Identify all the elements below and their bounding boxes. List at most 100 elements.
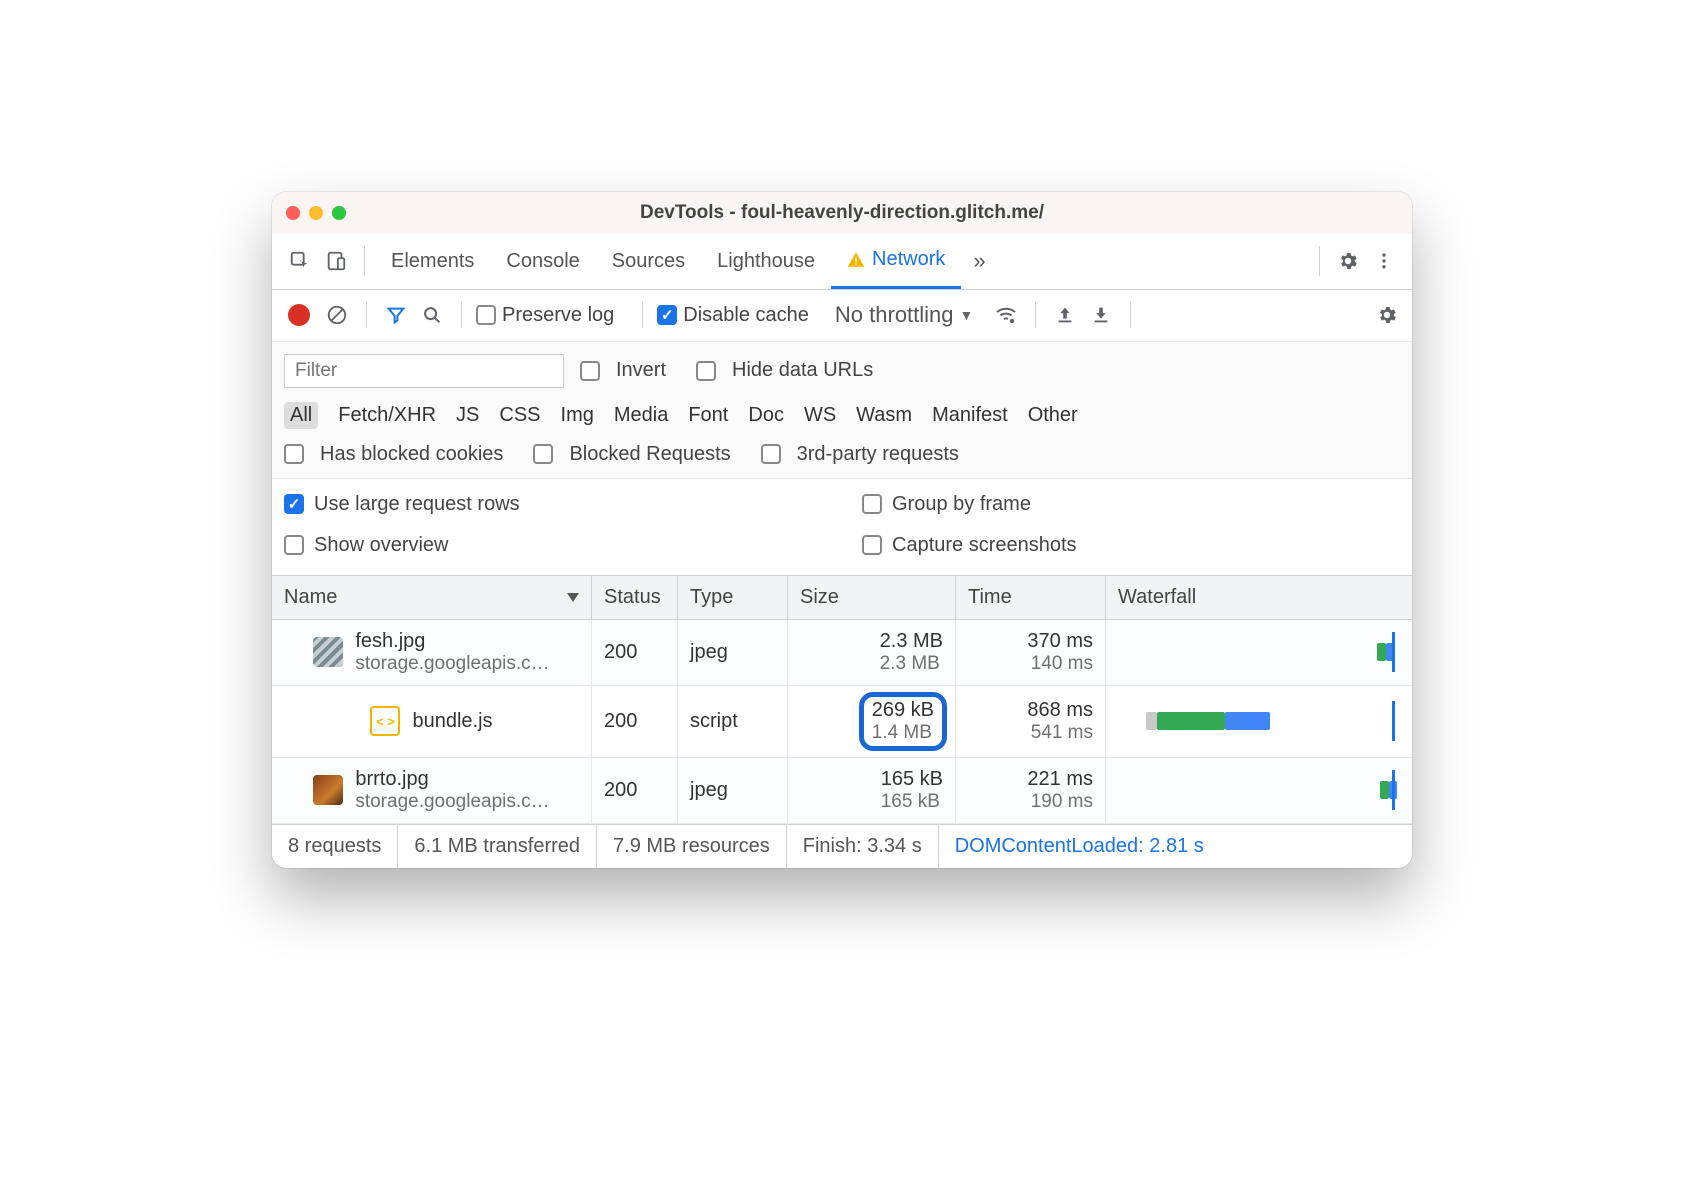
request-name: bundle.js — [412, 710, 492, 733]
tab-sources[interactable]: Sources — [596, 233, 701, 289]
filter-input[interactable] — [284, 354, 564, 388]
cell-size: 269 kB1.4 MB — [788, 686, 956, 757]
type-filter-manifest[interactable]: Manifest — [932, 404, 1008, 427]
third-party-checkbox[interactable] — [761, 444, 781, 464]
cell-time: 370 ms140 ms — [956, 620, 1106, 685]
type-filter-media[interactable]: Media — [614, 404, 668, 427]
script-file-icon: < > — [370, 706, 400, 736]
cell-size: 165 kB165 kB — [788, 758, 956, 823]
col-waterfall[interactable]: Waterfall — [1106, 576, 1412, 619]
type-filter-css[interactable]: CSS — [499, 404, 540, 427]
devtools-window: DevTools - foul-heavenly-direction.glitc… — [272, 192, 1412, 868]
col-name[interactable]: Name — [272, 576, 592, 619]
show-overview-checkbox[interactable] — [284, 535, 304, 555]
invert-checkbox[interactable] — [580, 361, 600, 381]
throttling-select[interactable]: No throttling ▼ — [835, 302, 973, 328]
capture-screenshots-checkbox[interactable] — [862, 535, 882, 555]
display-options: Use large request rows Group by frame Sh… — [272, 479, 1412, 576]
kebab-menu-icon[interactable] — [1366, 243, 1402, 279]
type-filter-ws[interactable]: WS — [804, 404, 836, 427]
group-by-frame-checkbox[interactable] — [862, 494, 882, 514]
image-file-icon — [313, 775, 343, 805]
filter-bar: Invert Hide data URLs AllFetch/XHRJSCSSI… — [272, 342, 1412, 479]
capture-screenshots-label: Capture screenshots — [892, 534, 1077, 557]
preserve-log-label: Preserve log — [502, 304, 614, 327]
disable-cache-checkbox[interactable] — [657, 305, 677, 325]
table-row[interactable]: < > bundle.js 200script 269 kB1.4 MB868 ms5… — [272, 686, 1412, 758]
show-overview-label: Show overview — [314, 534, 449, 557]
settings-icon[interactable] — [1330, 243, 1366, 279]
large-rows-checkbox[interactable] — [284, 494, 304, 514]
cell-time: 868 ms541 ms — [956, 686, 1106, 757]
type-filter-font[interactable]: Font — [688, 404, 728, 427]
network-settings-icon[interactable] — [1372, 300, 1402, 330]
cell-status: 200 — [592, 686, 678, 757]
cell-waterfall — [1106, 620, 1412, 685]
throttling-value: No throttling — [835, 302, 954, 328]
blocked-requests-checkbox[interactable] — [533, 444, 553, 464]
filter-icon[interactable] — [381, 300, 411, 330]
tab-network[interactable]: Network — [831, 233, 961, 289]
third-party-label: 3rd-party requests — [797, 443, 959, 466]
cell-waterfall — [1106, 758, 1412, 823]
tab-elements[interactable]: Elements — [375, 233, 490, 289]
more-tabs-button[interactable]: » — [961, 248, 997, 274]
minimize-window-button[interactable] — [309, 206, 323, 220]
col-size[interactable]: Size — [788, 576, 956, 619]
warning-icon — [847, 251, 865, 269]
type-filters: All Fetch/XHR JS CSS Img Media Font Doc WS Wasm Ma… — [284, 402, 1400, 429]
large-rows-label: Use large request rows — [314, 493, 520, 516]
request-name: fesh.jpg — [355, 630, 549, 653]
chevron-down-icon: ▼ — [960, 307, 974, 323]
tab-lighthouse[interactable]: Lighthouse — [701, 233, 831, 289]
image-file-icon — [313, 637, 343, 667]
table-row[interactable]: brrto.jpgstorage.googleapis.c…200jpeg165… — [272, 758, 1412, 824]
inspect-element-icon[interactable] — [282, 243, 318, 279]
search-icon[interactable] — [417, 300, 447, 330]
cell-type: script — [678, 686, 788, 757]
has-blocked-cookies-checkbox[interactable] — [284, 444, 304, 464]
table-row[interactable]: fesh.jpgstorage.googleapis.c… 200jpeg2.3 … — [272, 620, 1412, 686]
status-requests: 8 requests — [272, 825, 398, 868]
table-header: Name Status Type Size Time Waterfall — [272, 576, 1412, 620]
type-filter-wasm[interactable]: Wasm — [856, 404, 912, 427]
download-har-icon[interactable] — [1086, 300, 1116, 330]
zoom-window-button[interactable] — [332, 206, 346, 220]
has-blocked-cookies-label: Has blocked cookies — [320, 443, 503, 466]
col-time[interactable]: Time — [956, 576, 1106, 619]
type-filter-other[interactable]: Other — [1028, 404, 1078, 427]
preserve-log-checkbox[interactable] — [476, 305, 496, 325]
cell-size: 2.3 MB2.3 MB — [788, 620, 956, 685]
type-filter-fetchxhr[interactable]: Fetch/XHR — [338, 404, 436, 427]
hide-data-urls-checkbox[interactable] — [696, 361, 716, 381]
clear-icon[interactable] — [322, 300, 352, 330]
type-filter-doc[interactable]: Doc — [748, 404, 784, 427]
panel-tabs: ElementsConsoleSourcesLighthouseNetwork … — [272, 234, 1412, 290]
tab-console[interactable]: Console — [490, 233, 595, 289]
cell-time: 221 ms190 ms — [956, 758, 1106, 823]
status-dcl: DOMContentLoaded: 2.81 s — [939, 825, 1220, 868]
hide-data-urls-label: Hide data URLs — [732, 359, 873, 382]
status-finish: Finish: 3.34 s — [787, 825, 939, 868]
col-type[interactable]: Type — [678, 576, 788, 619]
sort-indicator-icon — [567, 593, 579, 602]
type-filter-img[interactable]: Img — [561, 404, 594, 427]
upload-har-icon[interactable] — [1050, 300, 1080, 330]
blocked-requests-label: Blocked Requests — [569, 443, 730, 466]
cell-waterfall — [1106, 686, 1412, 757]
group-by-frame-label: Group by frame — [892, 493, 1031, 516]
device-toolbar-icon[interactable] — [318, 243, 354, 279]
status-bar: 8 requests 6.1 MB transferred 7.9 MB res… — [272, 824, 1412, 868]
type-filter-js[interactable]: JS — [456, 404, 479, 427]
network-conditions-icon[interactable] — [991, 300, 1021, 330]
request-domain: storage.googleapis.c… — [355, 791, 549, 813]
highlighted-size: 269 kB1.4 MB — [859, 692, 947, 751]
close-window-button[interactable] — [286, 206, 300, 220]
record-button[interactable] — [288, 304, 310, 326]
cell-status: 200 — [592, 620, 678, 685]
cell-type: jpeg — [678, 620, 788, 685]
type-filter-all[interactable]: All — [284, 402, 318, 429]
request-domain: storage.googleapis.c… — [355, 653, 549, 675]
status-transferred: 6.1 MB transferred — [398, 825, 597, 868]
col-status[interactable]: Status — [592, 576, 678, 619]
